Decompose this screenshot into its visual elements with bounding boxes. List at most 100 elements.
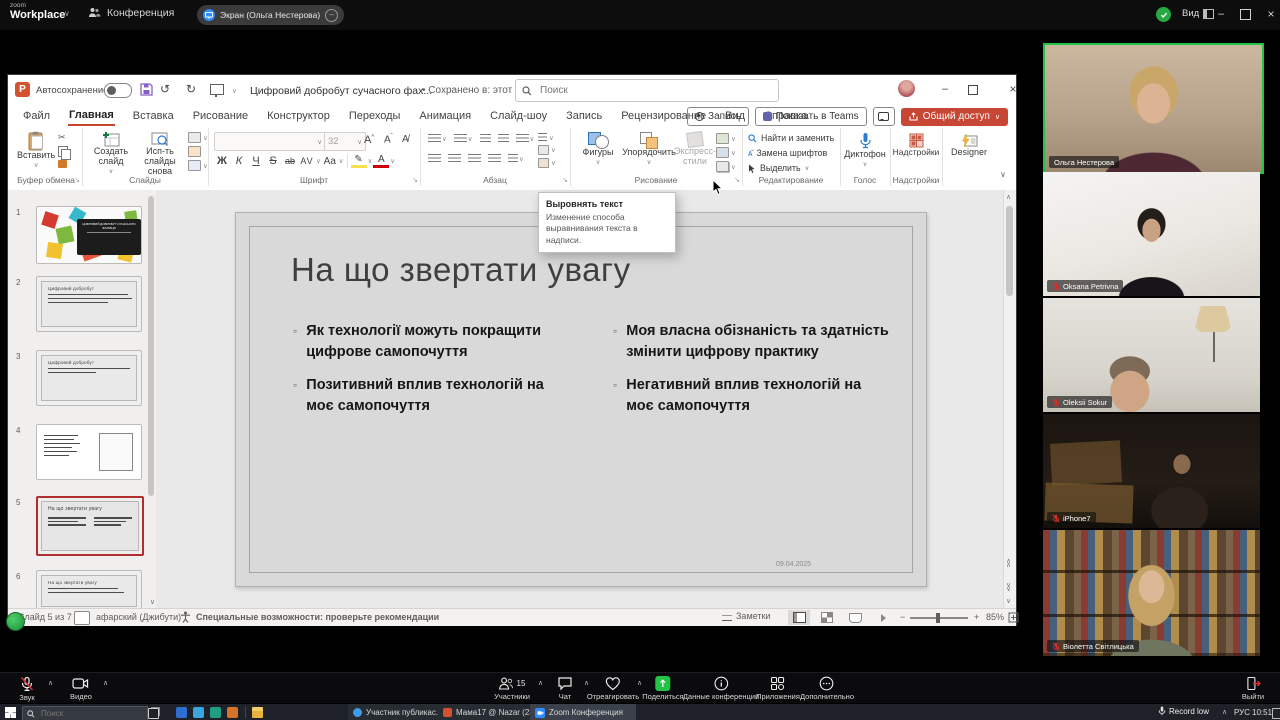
clock[interactable]: 10:51: [1252, 708, 1272, 717]
cut-icon[interactable]: ✂: [58, 132, 68, 143]
participants-button[interactable]: 15 Участники: [494, 676, 530, 701]
tab-record[interactable]: Запись: [565, 107, 603, 125]
maximize-window-icon[interactable]: [1240, 9, 1251, 20]
app-icon-powerpoint[interactable]: [227, 707, 238, 718]
security-shield-icon[interactable]: [1156, 7, 1171, 22]
clear-formatting-icon[interactable]: A̸: [402, 134, 409, 145]
reading-view-button[interactable]: [844, 610, 866, 625]
redo-icon[interactable]: ↻: [186, 82, 196, 96]
tab-transitions[interactable]: Переходы: [348, 107, 402, 125]
ppt-restore-icon[interactable]: [968, 85, 978, 95]
justify-icon[interactable]: [488, 154, 501, 163]
task-view-icon[interactable]: [148, 708, 159, 719]
dialog-launcher-icon[interactable]: ↘: [562, 176, 568, 184]
account-avatar[interactable]: [898, 80, 915, 97]
slide-thumbnail-4[interactable]: [36, 424, 142, 480]
dictate-button[interactable]: Диктофон ∨: [840, 132, 890, 168]
canvas-scrollbar[interactable]: ∧ ∧∧ ∨∨ ∨: [1003, 190, 1016, 608]
tab-animations[interactable]: Анимация: [418, 107, 472, 125]
ppt-minimize-icon[interactable]: –: [932, 83, 958, 95]
scroll-down-icon[interactable]: ∨: [1006, 597, 1011, 605]
columns-icon[interactable]: [508, 154, 518, 163]
search-box[interactable]: [515, 79, 779, 102]
slideshow-icon[interactable]: [210, 84, 224, 95]
recording-indicator[interactable]: Record low: [1158, 706, 1209, 716]
save-icon[interactable]: [140, 83, 153, 96]
tab-file[interactable]: Файл: [22, 107, 51, 125]
reuse-slides-button[interactable]: Исп-ть слайды снова: [136, 131, 184, 177]
present-in-teams-button[interactable]: Показать в Teams: [755, 107, 867, 126]
quick-styles-button[interactable]: Экспресс-стили: [678, 132, 712, 167]
participant-video-3[interactable]: Oleksii Sokur: [1043, 298, 1260, 412]
app-icon-folder[interactable]: [252, 707, 263, 718]
taskbar-search-input[interactable]: [39, 708, 133, 719]
participant-video-5[interactable]: Віолетта Світлицька: [1043, 530, 1260, 656]
shared-screen-tab[interactable]: Экран (Ольга Нестерова) –: [197, 5, 344, 25]
grow-font-icon[interactable]: A^: [364, 134, 374, 146]
chat-button[interactable]: Чат: [558, 676, 573, 701]
dialog-launcher-icon[interactable]: ↘: [734, 176, 740, 184]
tab-draw[interactable]: Рисование: [192, 107, 249, 125]
shape-fill-icon[interactable]: [716, 133, 729, 144]
normal-view-button[interactable]: [788, 610, 810, 625]
change-case-button[interactable]: Аа: [322, 156, 338, 167]
shapes-button[interactable]: Фигуры ∨: [578, 132, 618, 166]
search-input[interactable]: [538, 84, 742, 97]
minimize-screen-icon[interactable]: –: [325, 9, 338, 22]
font-color-button[interactable]: А: [373, 154, 389, 168]
bold-button[interactable]: Ж: [214, 155, 230, 167]
tab-home[interactable]: Главная: [68, 106, 115, 126]
text-direction-icon[interactable]: [538, 133, 547, 142]
accessibility-status[interactable]: Специальные возможности: проверьте реком…: [196, 612, 439, 622]
shrink-font-icon[interactable]: Aˇ: [384, 134, 393, 145]
ppt-close-icon[interactable]: ×: [1000, 82, 1026, 96]
more-button[interactable]: Дополнительно: [800, 676, 854, 701]
participant-video-2[interactable]: Oksana Petrivna: [1043, 172, 1260, 296]
taskbar-window-3-active[interactable]: Zoom Конференция: [530, 704, 636, 720]
tab-insert[interactable]: Вставка: [132, 107, 175, 125]
align-right-icon[interactable]: [468, 154, 481, 163]
tab-design[interactable]: Конструктор: [266, 107, 331, 125]
video-button[interactable]: Видео: [70, 676, 92, 701]
align-text-icon[interactable]: [538, 145, 549, 155]
zoom-level[interactable]: 85%: [986, 612, 1004, 622]
reset-slide-icon[interactable]: [188, 146, 201, 157]
start-button[interactable]: [5, 707, 16, 718]
app-icon-excel[interactable]: [210, 707, 221, 718]
thumbs-scroll-down-icon[interactable]: ∨: [150, 598, 155, 606]
slide-bullets-right[interactable]: ◦Моя власна обізнаність та здатність змі…: [613, 321, 891, 429]
new-slide-button[interactable]: Создать слайд ∨: [88, 131, 134, 175]
toolbar-options-icon[interactable]: ∨: [232, 87, 237, 95]
participant-video-4[interactable]: iPhone7: [1043, 414, 1260, 528]
comments-button[interactable]: [873, 107, 895, 126]
zoom-in-icon[interactable]: +: [974, 612, 979, 622]
meeting-info-button[interactable]: Данные конференции: [683, 676, 759, 701]
font-name-select[interactable]: ∨: [214, 132, 326, 151]
format-painter-icon[interactable]: [58, 160, 67, 168]
align-center-icon[interactable]: [448, 154, 461, 163]
close-window-icon[interactable]: ×: [1258, 7, 1280, 21]
font-size-select[interactable]: 32∨: [324, 132, 366, 151]
section-icon[interactable]: [188, 160, 201, 171]
tab-slideshow[interactable]: Слайд-шоу: [489, 107, 548, 125]
slide-layout-icon[interactable]: [188, 132, 201, 143]
character-spacing-button[interactable]: AV: [299, 156, 315, 166]
shape-outline-icon[interactable]: [716, 147, 729, 158]
slide-thumbnail-6[interactable]: На що звертати увагу: [36, 570, 142, 608]
smartart-icon[interactable]: [538, 158, 549, 168]
shape-effects-icon[interactable]: [716, 161, 729, 172]
underline-button[interactable]: Ч: [248, 155, 264, 167]
slide-thumbnail-5-selected[interactable]: На що звертати увагу: [36, 496, 144, 556]
select-button[interactable]: Выделить ∨: [748, 163, 809, 173]
language-indicator[interactable]: РУС: [1234, 708, 1250, 717]
chevron-down-icon[interactable]: ∨: [64, 9, 70, 18]
replace-fonts-button[interactable]: ᴀ̄ Замена шрифтов: [748, 148, 827, 158]
apps-button[interactable]: Приложения: [756, 676, 800, 701]
scrollbar-thumb[interactable]: [1006, 206, 1013, 296]
leave-button[interactable]: Выйти: [1242, 676, 1264, 701]
react-button[interactable]: Отреагировать: [587, 676, 639, 701]
highlight-color-button[interactable]: ✎: [351, 154, 367, 168]
notes-button[interactable]: Заметки: [722, 611, 770, 621]
video-options-icon[interactable]: ∧: [103, 679, 108, 687]
tray-expand-icon[interactable]: ∧: [1222, 708, 1227, 716]
